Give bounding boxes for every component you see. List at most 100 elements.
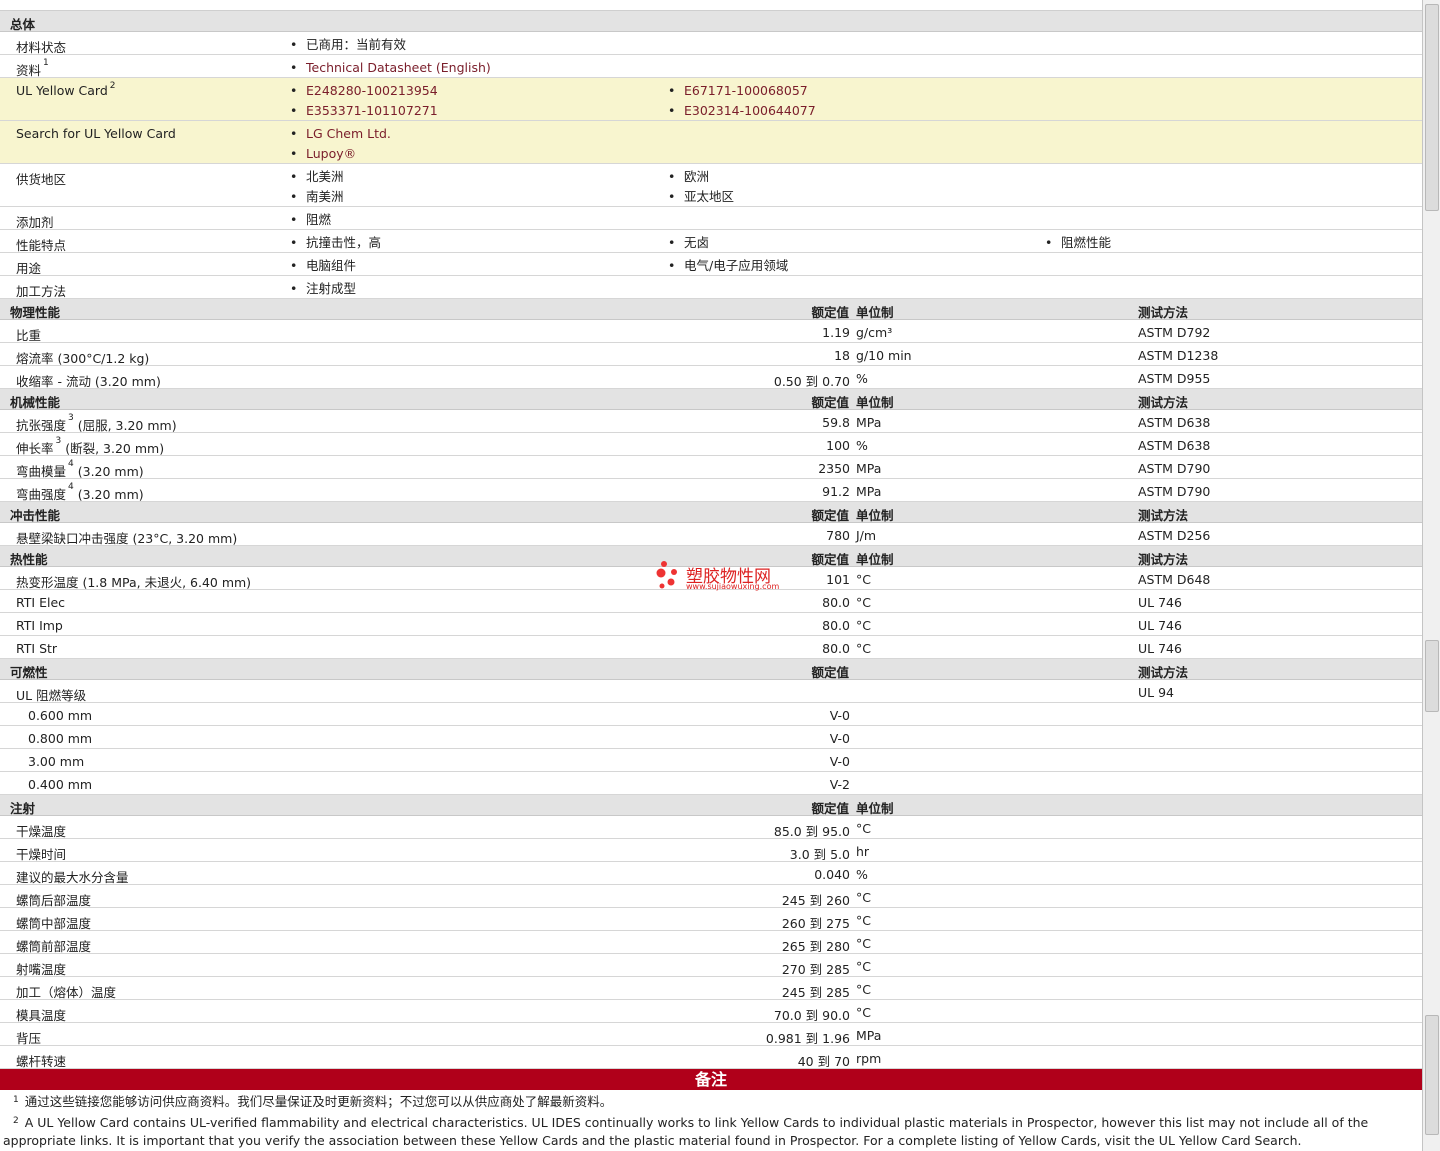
row-value: 59.8 (822, 415, 850, 430)
row-method: ASTM D1238 (1138, 348, 1219, 363)
list-item: 欧洲 (668, 167, 709, 187)
row-value: 85.0 到 95.0 (773, 824, 850, 839)
scrollbar-thumb[interactable] (1425, 1015, 1439, 1135)
row-processing: 加工方法 注射成型 (0, 276, 1422, 299)
header-value: 额定值 (811, 801, 849, 816)
row-value: V-0 (829, 754, 850, 769)
section-title: 总体 (10, 17, 36, 32)
row-method: UL 746 (1138, 595, 1182, 610)
technical-datasheet-link[interactable]: Technical Datasheet (English) (290, 58, 491, 78)
section-title: 热性能 (10, 552, 48, 567)
section-title: 可燃性 (10, 665, 48, 680)
yellow-card-link[interactable]: E302314-100644077 (668, 101, 816, 121)
table-row: 0.800 mm V-0 (0, 726, 1422, 749)
row-value: 80.0 (822, 595, 850, 610)
yellow-card-link[interactable]: E353371-101107271 (290, 101, 438, 121)
row-value: 270 到 285 (781, 962, 850, 977)
row-label: 供货地区 (16, 172, 67, 187)
row-label: 热变形温度 (1.8 MPa, 未退火, 6.40 mm) (16, 575, 252, 590)
section-physical: 物理性能 额定值 单位制 测试方法 (0, 299, 1422, 320)
row-label: 收缩率 - 流动 (3.20 mm) (16, 374, 161, 389)
list-item: 阻燃 (290, 210, 331, 230)
table-row: UL 阻燃等级 UL 94 (0, 680, 1422, 703)
scrollbar-thumb[interactable] (1425, 640, 1439, 712)
header-value: 额定值 (811, 305, 849, 320)
row-label: 螺筒前部温度 (16, 939, 92, 954)
list-item: 抗撞击性，高 (290, 233, 381, 253)
row-method: ASTM D638 (1138, 438, 1211, 453)
notes-header: 备注 (0, 1069, 1422, 1090)
row-unit: % (856, 371, 868, 386)
row-label: 3.00 mm (28, 754, 85, 769)
row-value: 245 到 285 (781, 985, 850, 1000)
table-row: 螺筒中部温度 260 到 275 °C (0, 908, 1422, 931)
row-unit: J/m (856, 528, 877, 543)
section-mechanical: 机械性能 额定值 单位制 测试方法 (0, 389, 1422, 410)
table-row: 模具温度 70.0 到 90.0 °C (0, 1000, 1422, 1023)
row-unit: °C (856, 890, 871, 905)
row-value: 245 到 260 (781, 893, 850, 908)
row-label: 弯曲模量 4 (3.20 mm) (16, 459, 144, 479)
section-flammability: 可燃性 额定值 测试方法 (0, 659, 1422, 680)
list-item: 无卤 (668, 233, 709, 253)
list-item: 北美洲 (290, 167, 344, 187)
row-value: V-2 (829, 777, 850, 792)
list-item: 亚太地区 (668, 187, 734, 207)
table-row: 弯曲强度 4 (3.20 mm) 91.2 MPa ASTM D790 (0, 479, 1422, 502)
table-row: 比重 1.19 g/cm³ ASTM D792 (0, 320, 1422, 343)
row-method: ASTM D792 (1138, 325, 1211, 340)
row-label: RTI Imp (16, 618, 63, 633)
row-additive: 添加剂 阻燃 (0, 207, 1422, 230)
section-injection: 注射 额定值 单位制 (0, 795, 1422, 816)
dots-logo-icon (656, 561, 677, 589)
table-row: RTI Str 80.0 °C UL 746 (0, 636, 1422, 659)
row-value: 40 到 70 (797, 1054, 850, 1069)
row-method: ASTM D638 (1138, 415, 1211, 430)
header-method: 测试方法 (1138, 395, 1189, 410)
row-label: RTI Str (16, 641, 58, 656)
row-label: 螺杆转速 (16, 1054, 67, 1069)
row-unit: °C (856, 959, 871, 974)
header-unit: 单位制 (856, 552, 894, 567)
table-row: 加工（熔体）温度 245 到 285 °C (0, 977, 1422, 1000)
row-label: 材料状态 (16, 40, 67, 55)
table-row: 建议的最大水分含量 0.040% (0, 862, 1422, 885)
table-row: 干燥时间 3.0 到 5.0 hr (0, 839, 1422, 862)
footnote-2: 2 A UL Yellow Card contains UL-verified … (3, 1115, 1369, 1148)
table-row: 射嘴温度 270 到 285 °C (0, 954, 1422, 977)
row-unit: g/10 min (856, 348, 912, 363)
row-label: 性能特点 (16, 238, 67, 253)
row-label: Search for UL Yellow Card (16, 126, 176, 141)
row-unit: % (856, 438, 868, 453)
row-label: 资料 1 (16, 58, 49, 78)
table-row: RTI Imp 80.0 °C UL 746 (0, 613, 1422, 636)
row-value: 80.0 (822, 641, 850, 656)
row-label: 伸长率 3 (断裂, 3.20 mm) (16, 436, 165, 456)
section-impact: 冲击性能 额定值 单位制 测试方法 (0, 502, 1422, 523)
row-unit: hr (856, 844, 870, 859)
top-border (0, 0, 1422, 11)
row-method: UL 94 (1138, 685, 1174, 700)
table-row: 背压 0.981 到 1.96 MPa (0, 1023, 1422, 1046)
row-unit: MPa (856, 415, 882, 430)
yellow-card-link[interactable]: E248280-100213954 (290, 81, 438, 101)
header-value: 额定值 (811, 508, 849, 523)
row-method: ASTM D790 (1138, 461, 1211, 476)
row-value: 0.981 到 1.96 (765, 1031, 850, 1046)
row-value: 18 (834, 348, 850, 363)
row-value: 0.040 (814, 867, 850, 882)
row-sources: 资料1 Technical Datasheet (English) (0, 55, 1422, 78)
section-title: 注射 (10, 801, 36, 816)
search-link-lupoy[interactable]: Lupoy® (290, 144, 356, 164)
header-method: 测试方法 (1138, 305, 1189, 320)
row-yellow-card: UL Yellow Card2 E248280-100213954 E67171… (0, 78, 1422, 121)
header-unit: 单位制 (856, 305, 894, 320)
row-label: 加工（熔体）温度 (16, 985, 117, 1000)
physical-rows: 比重 1.19 g/cm³ ASTM D792 熔流率 (300°C/1.2 kg) 18… (0, 320, 1422, 389)
header-value: 额定值 (811, 665, 849, 680)
scrollbar-thumb[interactable] (1425, 4, 1439, 211)
yellow-card-link[interactable]: E67171-100068057 (668, 81, 808, 101)
search-link-lg-chem[interactable]: LG Chem Ltd. (290, 124, 391, 144)
vertical-scrollbar[interactable] (1422, 0, 1440, 1151)
row-value: 780 (826, 528, 850, 543)
